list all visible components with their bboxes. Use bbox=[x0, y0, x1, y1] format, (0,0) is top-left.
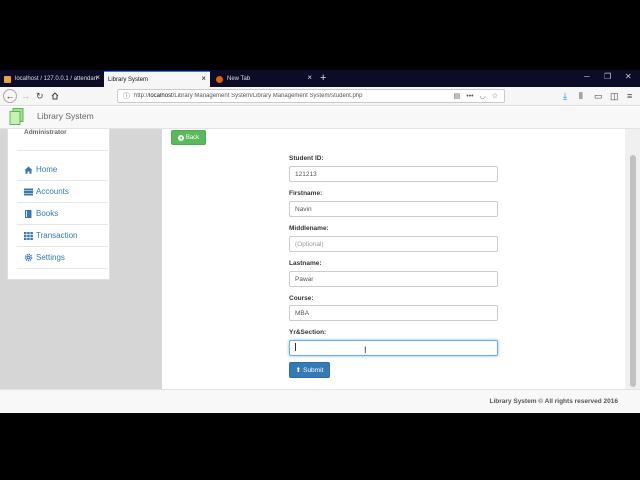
tab-phpmyadmin[interactable]: localhost / 127.0.0.1 / attendan × bbox=[0, 71, 104, 87]
text-cursor-icon: I bbox=[364, 345, 367, 355]
yr-section-label: Yr&Section: bbox=[289, 329, 327, 336]
submit-button-label: Submit bbox=[303, 366, 324, 374]
tab-label: Library System bbox=[108, 76, 149, 83]
sidebar-toggle-icon[interactable]: ▭ bbox=[594, 90, 603, 102]
sidebar-item-label: Accounts bbox=[36, 187, 69, 196]
navigation-toolbar: ← → ↻ ⓘ http://localhost/Library Managem… bbox=[0, 87, 640, 106]
submit-button[interactable]: ⬆ Submit bbox=[289, 362, 330, 378]
brand-title[interactable]: Library System bbox=[37, 111, 94, 121]
sidebar: Administrator Home Accounts Books Transa… bbox=[7, 129, 110, 280]
lastname-field[interactable] bbox=[289, 271, 498, 287]
back-arrow-icon[interactable]: ← bbox=[3, 89, 17, 103]
library-logo-icon bbox=[9, 108, 24, 125]
tab-label: New Tab bbox=[227, 76, 251, 82]
minimize-icon[interactable]: ─ bbox=[584, 72, 590, 81]
app-header: Library System bbox=[0, 107, 640, 129]
yr-section-field[interactable] bbox=[289, 340, 498, 356]
phpmyadmin-favicon-icon bbox=[4, 75, 11, 83]
divider bbox=[17, 268, 108, 269]
sidebar-item-label: Books bbox=[36, 209, 59, 218]
bookmark-star-icon[interactable]: ☆ bbox=[492, 92, 498, 100]
url-text[interactable]: http://localhost/Library Management Syst… bbox=[134, 93, 454, 99]
site-info-icon[interactable]: ⓘ bbox=[123, 91, 130, 101]
student-id-label: Student ID: bbox=[289, 155, 324, 162]
text-caret bbox=[295, 343, 296, 351]
menu-icon[interactable]: ≡ bbox=[627, 90, 632, 102]
home-icon bbox=[24, 166, 33, 174]
copyright-text: Library System © All rights reserved 201… bbox=[489, 398, 618, 405]
list-icon bbox=[24, 188, 33, 196]
divider bbox=[17, 224, 108, 225]
middlename-label: Middlename: bbox=[289, 225, 329, 232]
restore-icon[interactable]: ❐ bbox=[604, 72, 611, 81]
sidebar-item-settings[interactable]: Settings bbox=[24, 253, 65, 262]
gear-icon bbox=[24, 253, 33, 262]
browser-window: localhost / 127.0.0.1 / attendan × Libra… bbox=[0, 70, 640, 413]
divider bbox=[17, 246, 108, 247]
divider bbox=[17, 180, 108, 181]
upload-icon: ⬆ bbox=[295, 367, 302, 374]
divider bbox=[17, 150, 108, 151]
sidebar-item-label: Transaction bbox=[36, 231, 78, 240]
home-icon[interactable] bbox=[51, 92, 59, 100]
pocket-icon[interactable]: ◡ bbox=[480, 92, 486, 100]
page-actions-icon[interactable]: ••• bbox=[466, 93, 473, 100]
back-button-label: Back bbox=[185, 134, 200, 141]
footer: Library System © All rights reserved 201… bbox=[0, 389, 640, 413]
book-icon bbox=[24, 209, 33, 218]
sidebar-item-transaction[interactable]: Transaction bbox=[24, 231, 78, 240]
reader-view-icon[interactable]: ▤ bbox=[454, 92, 461, 100]
course-field[interactable] bbox=[289, 305, 498, 321]
downloads-icon[interactable]: ⤓ bbox=[563, 90, 567, 102]
window-close-icon[interactable]: ✕ bbox=[625, 72, 632, 81]
user-role: Administrator bbox=[24, 129, 67, 136]
firstname-field[interactable] bbox=[289, 201, 498, 217]
firefox-favicon-icon bbox=[216, 75, 223, 83]
forward-arrow-icon[interactable]: → bbox=[21, 90, 30, 102]
tab-label: localhost / 127.0.0.1 / attendan bbox=[15, 76, 98, 82]
divider bbox=[17, 202, 108, 203]
sidebar-item-label: Settings bbox=[36, 253, 65, 262]
close-icon[interactable]: × bbox=[307, 74, 312, 82]
close-icon[interactable]: × bbox=[95, 74, 100, 82]
new-tab-button[interactable]: + bbox=[320, 72, 326, 84]
sidebar-item-home[interactable]: Home bbox=[24, 165, 57, 174]
arrow-circle-left-icon: ◂ bbox=[177, 134, 184, 141]
student-id-field[interactable] bbox=[289, 166, 498, 182]
reload-icon[interactable]: ↻ bbox=[36, 90, 44, 102]
sidebar-item-books[interactable]: Books bbox=[24, 209, 58, 218]
sidebar-item-label: Home bbox=[36, 165, 58, 174]
close-icon[interactable]: × bbox=[201, 75, 206, 83]
library-icon[interactable]: ⫴ bbox=[579, 90, 583, 102]
sidebar-item-accounts[interactable]: Accounts bbox=[24, 187, 69, 196]
scrollbar-thumb[interactable] bbox=[630, 155, 636, 387]
grid-icon bbox=[24, 231, 33, 240]
address-bar[interactable]: ⓘ http://localhost/Library Management Sy… bbox=[117, 89, 505, 103]
tab-library-system[interactable]: Library System × bbox=[104, 71, 210, 87]
back-button[interactable]: ◂ Back bbox=[171, 130, 206, 145]
course-label: Course: bbox=[289, 295, 314, 302]
tab-bar: localhost / 127.0.0.1 / attendan × Libra… bbox=[0, 70, 640, 87]
firstname-label: Firstname: bbox=[289, 190, 323, 197]
containers-icon[interactable]: ◫ bbox=[610, 90, 619, 102]
lastname-label: Lastname: bbox=[289, 260, 322, 267]
tab-new-tab[interactable]: New Tab × bbox=[212, 71, 316, 87]
middlename-field[interactable] bbox=[289, 236, 498, 252]
